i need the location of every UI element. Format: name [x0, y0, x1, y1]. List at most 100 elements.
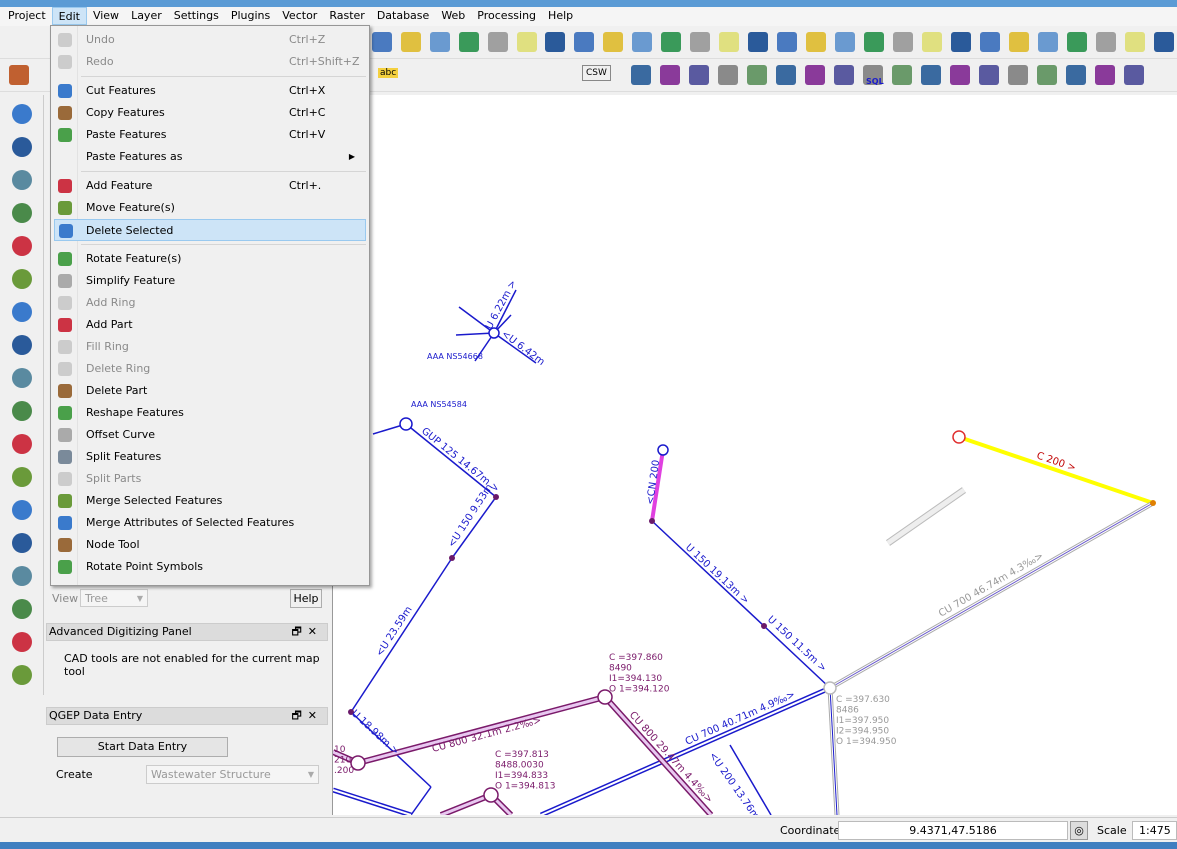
- plugin-button-4[interactable]: [744, 62, 770, 88]
- help-button[interactable]: Help: [290, 589, 322, 608]
- left-tool-button-3[interactable]: [9, 200, 35, 226]
- menu-item-rotate-feature-s[interactable]: Rotate Feature(s): [51, 248, 369, 270]
- menu-item-add-feature[interactable]: Add Feature Ctrl+.: [51, 175, 369, 197]
- menu-plugins[interactable]: Plugins: [225, 7, 276, 25]
- plugin-button-10[interactable]: [918, 62, 944, 88]
- plugin-button-3[interactable]: [715, 62, 741, 88]
- plugin-button-2[interactable]: [686, 62, 712, 88]
- float-close-icons[interactable]: 🗗✕: [291, 624, 327, 640]
- plugin-button-9[interactable]: [889, 62, 915, 88]
- left-tool-button-12[interactable]: [9, 497, 35, 523]
- left-tool-button-2[interactable]: [9, 167, 35, 193]
- menu-item-copy-features[interactable]: Copy Features Ctrl+C: [51, 102, 369, 124]
- toolbar-button-26[interactable]: [1122, 29, 1148, 55]
- left-tool-button-15[interactable]: [9, 596, 35, 622]
- toolbar-button-0[interactable]: [369, 29, 395, 55]
- menu-help[interactable]: Help: [542, 7, 579, 25]
- left-tool-button-6[interactable]: [9, 299, 35, 325]
- plugin-button-1[interactable]: [657, 62, 683, 88]
- map-canvas[interactable]: AAA NS54668 AAA NS54584 U 6.22m > <U 6.4…: [332, 95, 1177, 815]
- toolbar-button-19[interactable]: [919, 29, 945, 55]
- menu-item-merge-selected-features[interactable]: Merge Selected Features: [51, 490, 369, 512]
- left-tool-button-17[interactable]: [9, 662, 35, 688]
- plugin-button-5[interactable]: [773, 62, 799, 88]
- menu-item-split-parts[interactable]: Split Parts: [51, 468, 369, 490]
- menu-item-reshape-features[interactable]: Reshape Features: [51, 402, 369, 424]
- label-abc-icon[interactable]: abc: [378, 68, 399, 78]
- left-tool-button-0[interactable]: [9, 101, 35, 127]
- menu-item-redo[interactable]: Redo Ctrl+Shift+Z: [51, 51, 369, 73]
- menu-layer[interactable]: Layer: [125, 7, 168, 25]
- toolbar-button-3[interactable]: [456, 29, 482, 55]
- start-data-entry-button[interactable]: Start Data Entry: [57, 737, 228, 757]
- menu-vector[interactable]: Vector: [276, 7, 323, 25]
- menu-edit[interactable]: Edit: [51, 7, 87, 25]
- menu-raster[interactable]: Raster: [323, 7, 370, 25]
- left-tool-button-4[interactable]: [9, 233, 35, 259]
- left-tool-button-8[interactable]: [9, 365, 35, 391]
- left-tool-button-14[interactable]: [9, 563, 35, 589]
- menu-item-delete-part[interactable]: Delete Part: [51, 380, 369, 402]
- toolbar-button-17[interactable]: [861, 29, 887, 55]
- plugin-button-11[interactable]: [947, 62, 973, 88]
- menu-processing[interactable]: Processing: [471, 7, 542, 25]
- toolbar-button-23[interactable]: [1035, 29, 1061, 55]
- toolbar-button-9[interactable]: [629, 29, 655, 55]
- toolbar-button-21[interactable]: [977, 29, 1003, 55]
- toolbar-button-8[interactable]: [600, 29, 626, 55]
- toolbar-button-24[interactable]: [1064, 29, 1090, 55]
- toolbar-button-22[interactable]: [1006, 29, 1032, 55]
- menu-item-node-tool[interactable]: Node Tool: [51, 534, 369, 556]
- view-mode-select[interactable]: Tree: [80, 589, 148, 608]
- toolbar-button-25[interactable]: [1093, 29, 1119, 55]
- menu-settings[interactable]: Settings: [168, 7, 225, 25]
- toolbar-button-20[interactable]: [948, 29, 974, 55]
- menu-item-move-feature-s[interactable]: Move Feature(s): [51, 197, 369, 219]
- left-tool-button-10[interactable]: [9, 431, 35, 457]
- toolbar-button-5[interactable]: [514, 29, 540, 55]
- toolbar-button-4[interactable]: [485, 29, 511, 55]
- menu-view[interactable]: View: [87, 7, 125, 25]
- toolbar-button-14[interactable]: [774, 29, 800, 55]
- menu-item-paste-features[interactable]: Paste Features Ctrl+V: [51, 124, 369, 146]
- toolbar-button-6[interactable]: [542, 29, 568, 55]
- left-tool-button-11[interactable]: [9, 464, 35, 490]
- toolbar-button-15[interactable]: [803, 29, 829, 55]
- menu-item-paste-features-as[interactable]: Paste Features as ▶: [51, 146, 369, 168]
- left-tool-button-16[interactable]: [9, 629, 35, 655]
- menu-item-undo[interactable]: Undo Ctrl+Z: [51, 29, 369, 51]
- menu-item-add-part[interactable]: Add Part: [51, 314, 369, 336]
- menu-item-merge-attributes-of-selected-features[interactable]: Merge Attributes of Selected Features: [51, 512, 369, 534]
- scale-field[interactable]: 1:475: [1132, 821, 1177, 840]
- menu-item-offset-curve[interactable]: Offset Curve: [51, 424, 369, 446]
- menu-item-split-features[interactable]: Split Features: [51, 446, 369, 468]
- menu-item-rotate-point-symbols[interactable]: Rotate Point Symbols: [51, 556, 369, 578]
- menu-item-simplify-feature[interactable]: Simplify Feature: [51, 270, 369, 292]
- left-tool-button-5[interactable]: [9, 266, 35, 292]
- create-type-select[interactable]: Wastewater Structure: [146, 765, 319, 784]
- toolbar-button-18[interactable]: [890, 29, 916, 55]
- plugin-button-14[interactable]: [1034, 62, 1060, 88]
- toolbar-button-2[interactable]: [427, 29, 453, 55]
- toolbar-button-16[interactable]: [832, 29, 858, 55]
- menu-project[interactable]: Project: [2, 7, 52, 25]
- toolbar-button-10[interactable]: [658, 29, 684, 55]
- left-tool-button-13[interactable]: [9, 530, 35, 556]
- left-tool-button-9[interactable]: [9, 398, 35, 424]
- plugin-button-16[interactable]: [1092, 62, 1118, 88]
- toolbar-button-12[interactable]: [716, 29, 742, 55]
- toolbar-button-13[interactable]: [745, 29, 771, 55]
- float-close-icons[interactable]: 🗗✕: [291, 708, 327, 724]
- plugin-button-12[interactable]: [976, 62, 1002, 88]
- menu-database[interactable]: Database: [371, 7, 436, 25]
- menu-web[interactable]: Web: [435, 7, 471, 25]
- plugin-button-6[interactable]: [802, 62, 828, 88]
- menu-item-delete-selected[interactable]: Delete Selected: [54, 219, 366, 241]
- menu-item-delete-ring[interactable]: Delete Ring: [51, 358, 369, 380]
- plugin-button-0[interactable]: [628, 62, 654, 88]
- mouse-coordinate-toggle-icon[interactable]: ◎: [1070, 821, 1088, 840]
- plugin-button-13[interactable]: [1005, 62, 1031, 88]
- menu-item-cut-features[interactable]: Cut Features Ctrl+X: [51, 80, 369, 102]
- menu-item-add-ring[interactable]: Add Ring: [51, 292, 369, 314]
- csw-button[interactable]: CSW: [582, 65, 611, 81]
